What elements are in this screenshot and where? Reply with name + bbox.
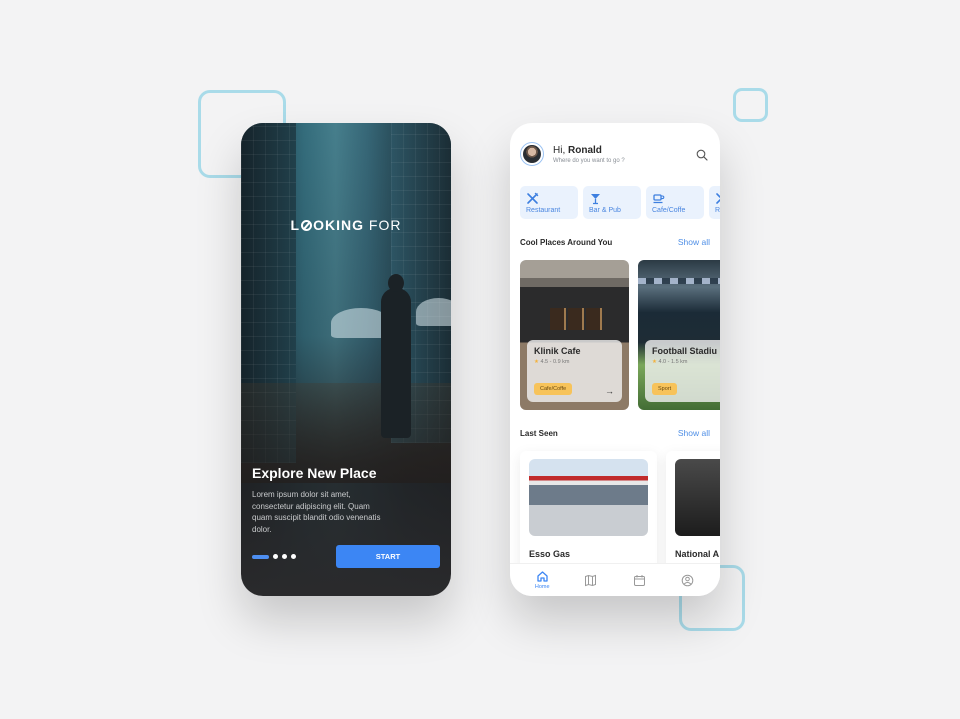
logo-letter: L [290, 217, 301, 233]
section-title: Cool Places Around You [520, 237, 613, 247]
fork-knife-icon [527, 192, 539, 204]
place-name: Klinik Cafe [534, 346, 581, 356]
nav-label: Home [534, 584, 550, 590]
category-list: Restaurant Bar & Pub Cafe/Coffe R [520, 186, 720, 219]
umbrella [416, 298, 451, 326]
fork-knife-icon [716, 192, 720, 204]
page-indicator[interactable] [252, 554, 296, 559]
cocktail-icon [591, 193, 600, 204]
category-partial[interactable]: R [709, 186, 720, 219]
decorative-square-outline [733, 88, 768, 122]
calendar-icon [633, 574, 645, 586]
logo-word-thin: FOR [368, 217, 402, 233]
place-photo [529, 459, 648, 536]
avatar-photo [523, 145, 541, 163]
logo-word-bold: OKING [313, 217, 364, 233]
greeting: Hi, Ronald [553, 145, 625, 156]
map-icon [585, 574, 597, 586]
place-info: Football Stadiu ★ 4.0 - 1.5 km Sport [645, 340, 720, 402]
show-all-link[interactable]: Show all [678, 237, 710, 247]
user-name: Ronald [568, 144, 602, 156]
place-name: Football Stadiu [652, 346, 717, 356]
cool-places-list: Klinik Cafe ★ 4.5 - 0.9 km Cafe/Coffe → … [520, 260, 720, 410]
last-seen-list: Esso Gas National A [520, 451, 720, 581]
app-logo: L OKING FOR [241, 217, 451, 233]
place-info: Klinik Cafe ★ 4.5 - 0.9 km Cafe/Coffe → [527, 340, 622, 402]
onboarding-description: Lorem ipsum dolor sit amet, consectetur … [252, 490, 381, 534]
category-tag: Cafe/Coffe [534, 383, 573, 395]
page-dot-active[interactable] [252, 554, 269, 559]
category-restaurant[interactable]: Restaurant [520, 186, 578, 219]
category-label: Cafe/Coffe [652, 206, 686, 214]
place-name: Esso Gas [529, 549, 571, 559]
place-card[interactable]: Football Stadiu ★ 4.0 - 1.5 km Sport [638, 260, 720, 410]
last-seen-header: Last Seen Show all [520, 428, 710, 438]
greeting-subtitle: Where do you want to go ? [553, 157, 625, 164]
nav-profile[interactable] [673, 574, 703, 587]
onboarding-title: Explore New Place [252, 465, 377, 481]
page-dot[interactable] [291, 554, 296, 559]
nav-calendar[interactable] [624, 574, 654, 587]
compass-icon [301, 220, 313, 231]
avatar[interactable] [520, 142, 544, 166]
onboarding-screen: L OKING FOR Explore New Place Lorem ipsum… [241, 123, 451, 596]
star-icon: ★ [534, 359, 539, 365]
start-button[interactable]: START [336, 545, 440, 568]
category-tag: Sport [652, 383, 678, 395]
place-card[interactable]: Klinik Cafe ★ 4.5 - 0.9 km Cafe/Coffe → [520, 260, 629, 410]
arrow-right-icon[interactable]: → [605, 386, 614, 396]
place-name: National A [675, 549, 720, 559]
search-icon[interactable] [696, 149, 708, 161]
greeting-prefix: Hi, [553, 144, 566, 156]
coffee-cup-icon [653, 193, 665, 203]
profile-icon [681, 574, 694, 586]
page-dot[interactable] [282, 554, 287, 559]
last-seen-card[interactable]: Esso Gas [520, 451, 657, 581]
place-meta: ★ 4.5 - 0.9 km [534, 359, 615, 365]
rating-distance: 4.5 - 0.9 km [540, 359, 570, 365]
rating-distance: 4.0 - 1.5 km [658, 359, 688, 365]
place-photo [675, 459, 720, 536]
show-all-link[interactable]: Show all [678, 428, 710, 438]
home-icon [537, 571, 548, 582]
category-label: Bar & Pub [589, 206, 621, 214]
section-title: Last Seen [520, 428, 558, 438]
last-seen-card[interactable]: National A [666, 451, 720, 581]
nav-home[interactable]: Home [527, 570, 557, 590]
page-dot[interactable] [273, 554, 278, 559]
category-cafe[interactable]: Cafe/Coffe [646, 186, 704, 219]
cool-places-header: Cool Places Around You Show all [520, 237, 710, 247]
category-label: R [715, 206, 720, 214]
header: Hi, Ronald Where do you want to go ? [520, 142, 625, 166]
place-meta: ★ 4.0 - 1.5 km [652, 359, 720, 365]
bottom-navigation: Home [510, 563, 720, 596]
person-silhouette [381, 274, 411, 438]
category-bar-pub[interactable]: Bar & Pub [583, 186, 641, 219]
nav-map[interactable] [576, 574, 606, 587]
home-screen: Hi, Ronald Where do you want to go ? Res… [510, 123, 720, 596]
star-icon: ★ [652, 359, 657, 365]
category-label: Restaurant [526, 206, 561, 214]
